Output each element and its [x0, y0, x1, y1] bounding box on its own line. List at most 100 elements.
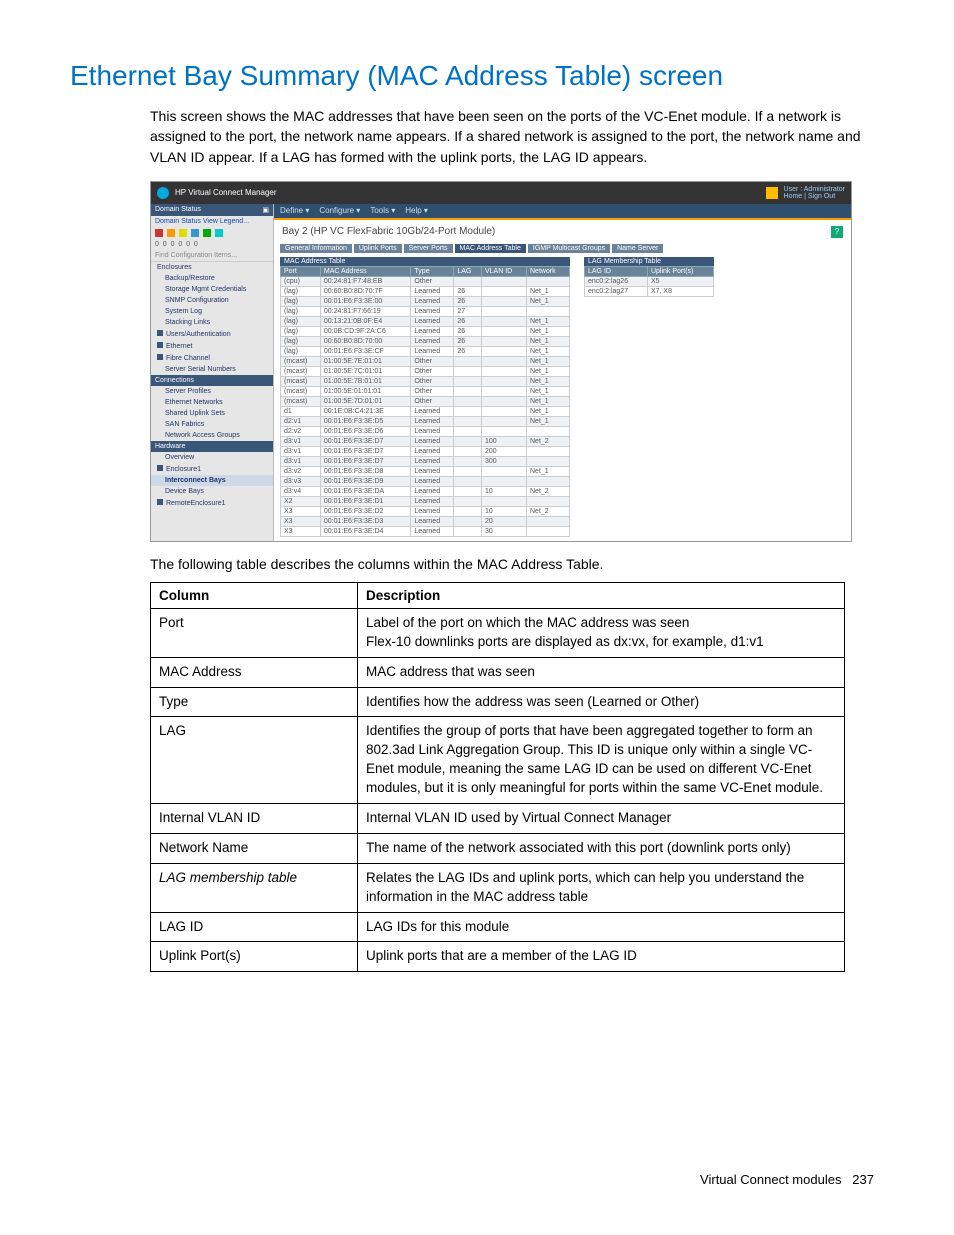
status-icon[interactable] — [203, 229, 211, 237]
table-row: Internal VLAN IDInternal VLAN ID used by… — [151, 804, 845, 834]
sidebar-status-icons — [151, 227, 273, 239]
table-row: Uplink Port(s)Uplink ports that are a me… — [151, 942, 845, 972]
table-row: d2:v200:01:E6:F3:3E:D6Learned — [281, 426, 570, 436]
table-row: LAG IDLAG IDs for this module — [151, 912, 845, 942]
between-paragraph: The following table describes the column… — [150, 556, 884, 572]
table-row: (lag)00:01:E6:F3:3E:CFLearned26Net_1 — [281, 346, 570, 356]
table-row: (mcast)01:00:5E:7B:01:01OtherNet_1 — [281, 376, 570, 386]
main-pane: Define ▾ Configure ▾ Tools ▾ Help ▾ Bay 2 (… — [274, 204, 851, 541]
sidebar-item[interactable]: SNMP Configuration — [151, 295, 273, 306]
table-row: MAC AddressMAC address that was seen — [151, 657, 845, 687]
status-icon[interactable] — [215, 229, 223, 237]
menu-item[interactable]: Help ▾ — [405, 206, 428, 215]
table-row: (mcast)01:00:5E:7C:01:01OtherNet_1 — [281, 366, 570, 376]
app-titlebar: HP Virtual Connect Manager User : Admini… — [151, 182, 851, 204]
tab[interactable]: Server Ports — [404, 244, 453, 253]
tab[interactable]: MAC Address Table — [455, 244, 526, 253]
table-row: PortLabel of the port on which the MAC a… — [151, 608, 845, 657]
page-title: Ethernet Bay Summary (MAC Address Table)… — [70, 60, 884, 92]
table-row: (lag)00:0B:CD:9F:2A:C6Learned26Net_1 — [281, 326, 570, 336]
sidebar-item[interactable]: Stacking Links — [151, 317, 273, 328]
table-row: X300:01:E6:F3:3E:D4Learned30 — [281, 526, 570, 536]
tab[interactable]: Name Server — [612, 244, 663, 253]
menubar[interactable]: Define ▾ Configure ▾ Tools ▾ Help ▾ — [274, 204, 851, 218]
sidebar-item[interactable]: Ethernet Networks — [151, 397, 273, 408]
tabs: General InformationUplink PortsServer Po… — [274, 244, 851, 253]
sidebar-item[interactable]: Network Access Groups — [151, 430, 273, 441]
sidebar-item[interactable]: Server Serial Numbers — [151, 364, 273, 375]
menu-item[interactable]: Define ▾ — [280, 206, 309, 215]
sidebar-item[interactable]: Ethernet — [151, 340, 273, 352]
table-row: d3:v100:01:E6:F3:3E:D7Learned200 — [281, 446, 570, 456]
table-row: LAG membership tableRelates the LAG IDs … — [151, 863, 845, 912]
table-row: (lag)00:60:B0:8D:70:7FLearned26Net_1 — [281, 286, 570, 296]
table-row: (lag)00:13:21:0B:0F:E4Learned26Net_1 — [281, 316, 570, 326]
mac-address-table: PortMAC AddressTypeLAGVLAN IDNetwork(cpu… — [280, 266, 570, 537]
sidebar-item[interactable]: Device Bays — [151, 486, 273, 497]
table-row: LAGIdentifies the group of ports that ha… — [151, 717, 845, 804]
tab[interactable]: Uplink Ports — [354, 244, 402, 253]
sidebar-item[interactable]: Fibre Channel — [151, 352, 273, 364]
module-title: Bay 2 (HP VC FlexFabric 10Gb/24-Port Mod… — [282, 226, 495, 237]
sidebar: Domain Status▣ Domain Status View Legend… — [151, 204, 274, 541]
menu-item[interactable]: Configure ▾ — [319, 206, 360, 215]
menu-item[interactable]: Tools ▾ — [370, 206, 395, 215]
table-row: d3:v100:01:E6:F3:3E:D7Learned300 — [281, 456, 570, 466]
screenshot: HP Virtual Connect Manager User : Admini… — [150, 181, 852, 542]
table-row: d100:1E:0B:C4:21:3ELearnedNet_1 — [281, 406, 570, 416]
app-title: HP Virtual Connect Manager — [175, 188, 277, 197]
table-row: X300:01:E6:F3:3E:D3Learned20 — [281, 516, 570, 526]
sidebar-item[interactable]: Server Profiles — [151, 386, 273, 397]
sidebar-cat-hardware: Hardware — [151, 441, 273, 452]
table-row: (lag)00:01:E6:F3:3E:00Learned26Net_1 — [281, 296, 570, 306]
home-icon[interactable] — [766, 187, 778, 199]
sidebar-item[interactable]: Enclosure1 — [151, 463, 273, 475]
sidebar-item[interactable]: Storage Mgmt Credentials — [151, 284, 273, 295]
tab[interactable]: IGMP Multicast Groups — [528, 244, 610, 253]
table-row: d3:v200:01:E6:F3:3E:D8LearnedNet_1 — [281, 466, 570, 476]
sidebar-item[interactable]: Interconnect Bays — [151, 475, 273, 486]
hp-logo-icon — [157, 187, 169, 199]
table-row: TypeIdentifies how the address was seen … — [151, 687, 845, 717]
table-row: (mcast)01:00:5E:7E:01:01OtherNet_1 — [281, 356, 570, 366]
table-row: d3:v300:01:E6:F3:3E:D9Learned — [281, 476, 570, 486]
status-icon[interactable] — [155, 229, 163, 237]
sidebar-item[interactable]: RemoteEnclosure1 — [151, 497, 273, 509]
mac-table-title: MAC Address Table — [280, 257, 570, 266]
tab[interactable]: General Information — [280, 244, 352, 253]
sidebar-item[interactable]: Overview — [151, 452, 273, 463]
sidebar-item[interactable]: Shared Uplink Sets — [151, 408, 273, 419]
table-row: X200:01:E6:F3:3E:D1Learned — [281, 496, 570, 506]
table-row: (lag)00:24:81:F7:66:19Learned27 — [281, 306, 570, 316]
status-icon[interactable] — [179, 229, 187, 237]
table-row: d3:v100:01:E6:F3:3E:D7Learned100Net_2 — [281, 436, 570, 446]
desc-th-description: Description — [358, 582, 845, 608]
sidebar-item[interactable]: Backup/Restore — [151, 273, 273, 284]
page-footer: Virtual Connect modules 237 — [70, 1172, 884, 1187]
lag-table-title: LAG Membership Table — [584, 257, 714, 266]
help-icon[interactable]: ? — [831, 226, 843, 238]
table-row: X300:01:E6:F3:3E:D2Learned10Net_2 — [281, 506, 570, 516]
table-row: Network NameThe name of the network asso… — [151, 833, 845, 863]
table-row: d3:v400:01:E6:F3:3E:DALearned10Net_2 — [281, 486, 570, 496]
sidebar-item[interactable]: Users/Authentication — [151, 328, 273, 340]
sidebar-item[interactable]: Enclosures — [151, 262, 273, 273]
find-input[interactable]: Find Configuration Items... — [151, 250, 273, 262]
desc-th-column: Column — [151, 582, 358, 608]
table-row: enc0:2:lag26X5 — [585, 276, 714, 286]
lag-membership-table: LAG IDUplink Port(s)enc0:2:lag26X5enc0:2… — [584, 266, 714, 297]
header-links[interactable]: Home | Sign Out — [784, 193, 836, 200]
user-label: User : Administrator — [784, 186, 845, 193]
description-table: Column Description PortLabel of the port… — [150, 582, 845, 972]
table-row: (mcast)01:00:5E:7D:01:01OtherNet_1 — [281, 396, 570, 406]
table-row: (cpu)00:24:81:F7:48:EBOther — [281, 276, 570, 286]
status-icon[interactable] — [167, 229, 175, 237]
status-icon[interactable] — [191, 229, 199, 237]
sidebar-sub[interactable]: Domain Status View Legend... — [151, 216, 273, 227]
sidebar-item[interactable]: System Log — [151, 306, 273, 317]
table-row: (mcast)01:00:5E:01:01:01OtherNet_1 — [281, 386, 570, 396]
sidebar-header: Domain Status▣ — [151, 204, 273, 216]
intro-paragraph: This screen shows the MAC addresses that… — [150, 106, 884, 167]
sidebar-item[interactable]: SAN Fabrics — [151, 419, 273, 430]
table-row: (lag)00:60:B0:8D:70:00Learned26Net_1 — [281, 336, 570, 346]
